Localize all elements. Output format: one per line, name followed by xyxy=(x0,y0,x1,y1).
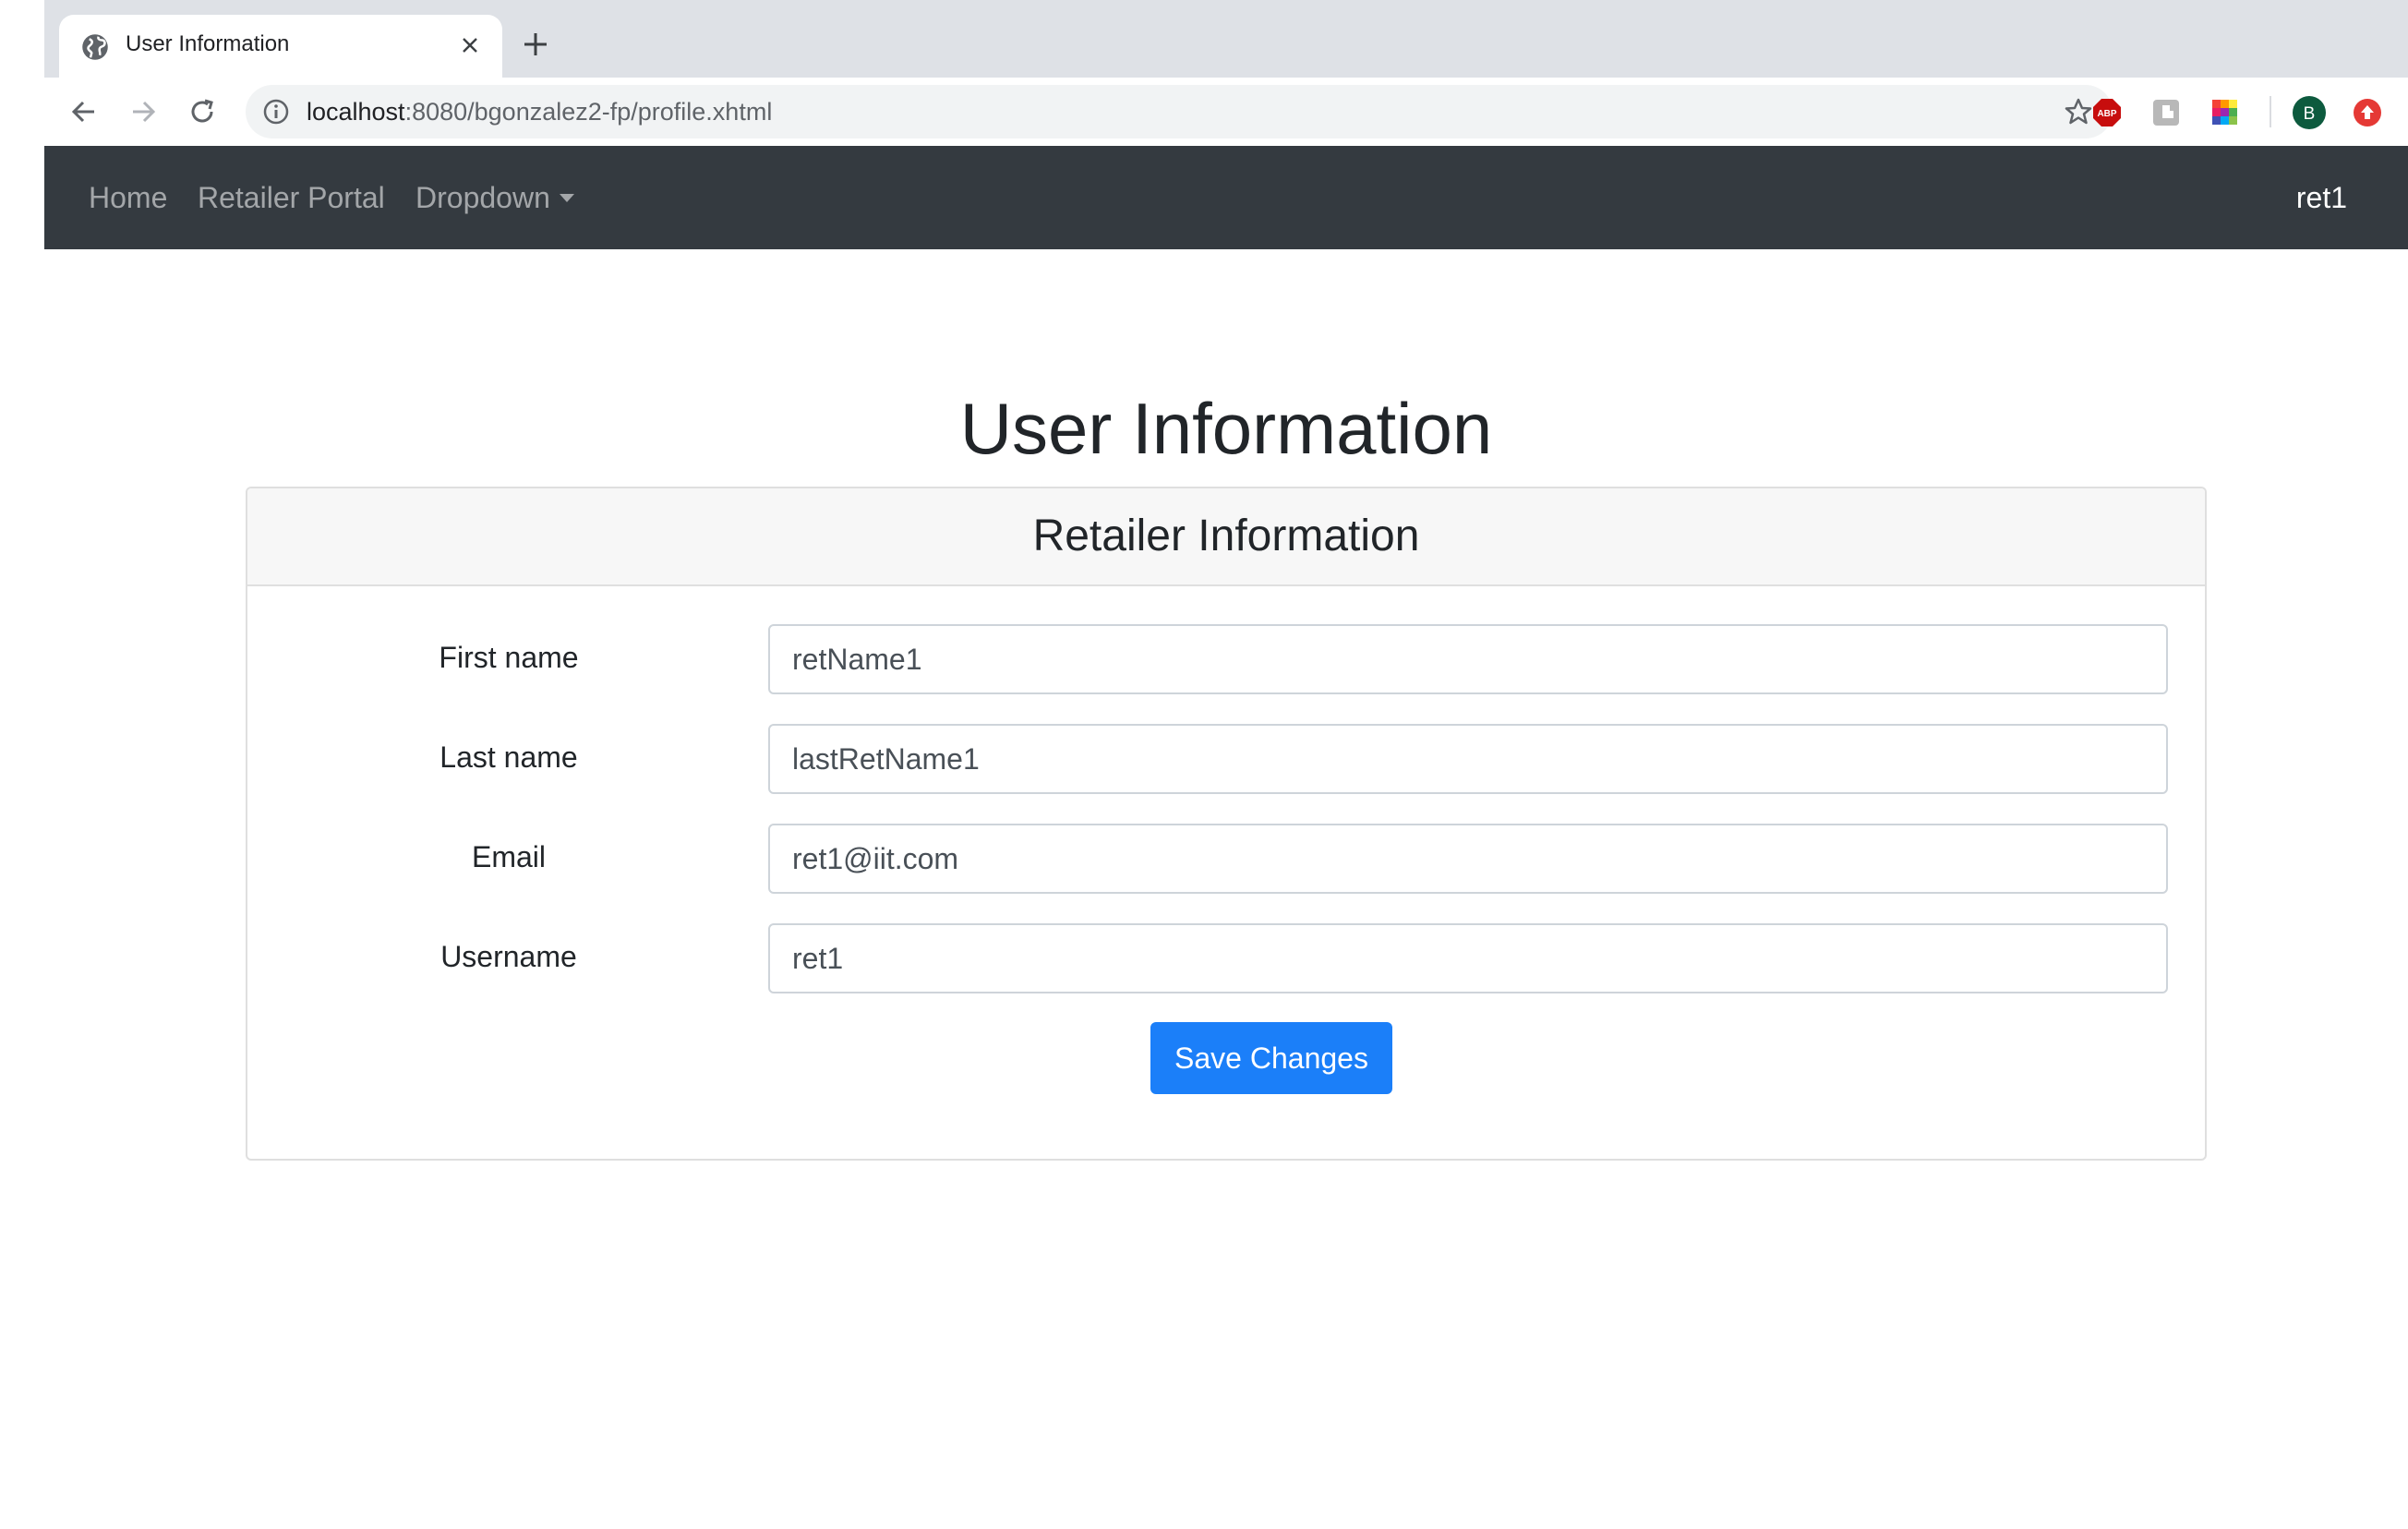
nav-dropdown-toggle[interactable]: Dropdown xyxy=(415,181,574,215)
first-name-input[interactable] xyxy=(768,624,2168,694)
email-input[interactable] xyxy=(768,824,2168,894)
retailer-info-card: Retailer Information First name Last nam… xyxy=(246,487,2207,1161)
tab-strip: User Information xyxy=(44,0,2408,78)
tab-title: User Information xyxy=(126,31,290,56)
username-label: Username xyxy=(440,940,577,973)
globe-icon xyxy=(82,34,108,60)
forward-button[interactable] xyxy=(122,90,164,133)
back-button[interactable] xyxy=(63,90,105,133)
plus-icon xyxy=(524,33,547,55)
email-row: Email xyxy=(247,824,2205,896)
bookmark-star-icon[interactable] xyxy=(2063,96,2094,127)
adblock-extension-icon[interactable]: ABP xyxy=(2092,98,2122,127)
nav-link-home[interactable]: Home xyxy=(89,181,167,215)
email-label: Email xyxy=(471,840,546,873)
profile-avatar-icon[interactable]: B xyxy=(2292,95,2327,130)
reload-button[interactable] xyxy=(181,90,223,133)
save-changes-button[interactable]: Save Changes xyxy=(1150,1022,1392,1094)
adblock-label: ABP xyxy=(2097,109,2116,119)
page-title: User Information xyxy=(959,388,1493,469)
info-icon[interactable] xyxy=(262,98,290,126)
nav-link-retailer-portal[interactable]: Retailer Portal xyxy=(198,181,385,215)
new-tab-button[interactable] xyxy=(517,26,554,63)
first-name-label: First name xyxy=(439,641,579,674)
arrow-left-icon xyxy=(71,101,94,123)
puzzle-extension-icon[interactable] xyxy=(2151,98,2181,127)
username-input[interactable] xyxy=(768,923,2168,993)
arrow-right-icon xyxy=(133,101,156,123)
color-grid-extension-icon[interactable] xyxy=(2210,98,2240,127)
browser-window: User Information localhost:8080/bgonzale… xyxy=(44,0,2408,1529)
last-name-input[interactable] xyxy=(768,724,2168,794)
reload-icon xyxy=(191,99,213,123)
address-bar[interactable]: localhost:8080/bgonzalez2-fp/profile.xht… xyxy=(246,85,2113,138)
username-row: Username xyxy=(247,923,2205,995)
url-host: localhost xyxy=(307,98,405,126)
url-text[interactable]: localhost:8080/bgonzalez2-fp/profile.xht… xyxy=(307,98,772,126)
last-name-row: Last name xyxy=(247,724,2205,796)
caret-down-icon xyxy=(559,194,574,202)
close-tab-button[interactable] xyxy=(454,30,486,61)
browser-tab[interactable]: User Information xyxy=(59,15,502,78)
last-name-label: Last name xyxy=(439,740,578,774)
close-icon xyxy=(463,38,477,53)
card-title: Retailer Information xyxy=(1032,512,1420,560)
nav-username[interactable]: ret1 xyxy=(2296,181,2347,215)
toolbar-divider xyxy=(2270,96,2271,127)
window-edge xyxy=(0,0,44,1529)
site-navbar: Home Retailer Portal Dropdown ret1 xyxy=(44,146,2408,249)
nav-dropdown-label: Dropdown xyxy=(415,181,550,214)
card-header: Retailer Information xyxy=(247,488,2205,586)
upload-extension-icon[interactable] xyxy=(2353,98,2382,127)
url-path: :8080/bgonzalez2-fp/profile.xhtml xyxy=(404,98,773,126)
profile-initial: B xyxy=(2304,104,2316,124)
browser-toolbar: localhost:8080/bgonzalez2-fp/profile.xht… xyxy=(44,78,2408,146)
first-name-row: First name xyxy=(247,624,2205,696)
